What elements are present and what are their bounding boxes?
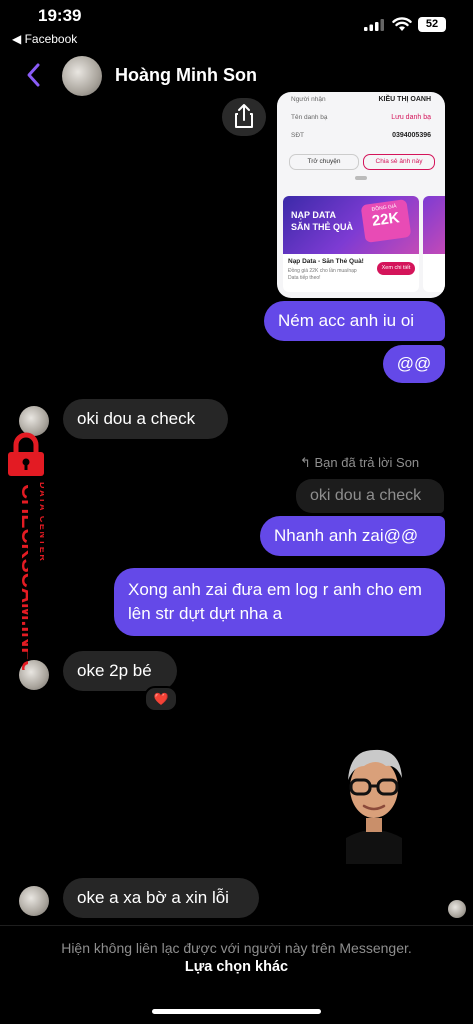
message-outgoing[interactable]: Xong anh zai đưa em log r anh cho em lên… — [114, 568, 445, 636]
checkscam-watermark-logo: CHECKSCAM.INFO — [17, 484, 28, 670]
quoted-message[interactable]: oki dou a check — [296, 479, 444, 513]
home-indicator[interactable] — [152, 1009, 321, 1014]
message-incoming[interactable]: oke 2p bé — [63, 651, 177, 691]
status-time: 19:39 — [38, 6, 82, 25]
message-incoming[interactable]: oki dou a check — [63, 399, 228, 439]
reply-arrow-icon: ↰ — [300, 455, 315, 470]
share-icon — [235, 104, 253, 128]
heart-reaction-icon[interactable]: ❤️ — [144, 686, 178, 712]
message-outgoing[interactable]: Ném acc anh iu oi — [264, 301, 445, 341]
card-row-value: Lưu danh bạ — [391, 114, 431, 121]
replied-note: ↰ Bạn đã trả lời Son — [300, 455, 419, 471]
promo-title-1: NẠP DATA — [291, 210, 336, 220]
replied-note-text: Bạn đã trả lời Son — [314, 455, 420, 470]
share-button[interactable] — [222, 98, 266, 136]
contact-name[interactable]: Hoàng Minh Son — [115, 65, 257, 86]
card-row-label: SĐT — [291, 132, 304, 139]
card-row-label: Người nhận — [291, 96, 326, 103]
card-row-value: KIỀU THỊ OANH — [378, 96, 432, 103]
promo-banner: NẠP DATA SĂN THẺ QUÀ ĐỒNG GIÁ 22K Nạp Da… — [283, 196, 419, 292]
card-back-button: Trở chuyện — [289, 154, 359, 170]
other-options-link[interactable]: Lựa chọn khác — [0, 959, 473, 975]
memoji-sticker[interactable] — [336, 740, 412, 864]
card-handle — [355, 176, 367, 180]
card-row-value: 0394005396 — [392, 132, 431, 139]
card-share-image-button: Chia sẻ ảnh này — [363, 154, 435, 170]
data-center-watermark: DATA CENTER — [38, 482, 44, 562]
svg-text:DATA CENTER: DATA CENTER — [38, 482, 44, 562]
battery-indicator: 52 — [418, 17, 446, 32]
promo-name: Nạp Data - Săn Thẻ Quà! — [288, 258, 364, 265]
back-to-facebook-link[interactable]: ◀ Facebook — [12, 32, 77, 46]
signal-icon — [364, 19, 384, 31]
contact-avatar-small — [19, 886, 49, 916]
promo-badge: ĐỒNG GIÁ 22K — [360, 198, 412, 244]
unavailable-note: Hiện không liên lạc được với người này t… — [61, 940, 412, 956]
message-incoming[interactable]: oke a xa bờ a xin lỗi — [63, 878, 259, 918]
card-row-label: Tên danh bạ — [291, 114, 328, 121]
promo-cta-button: Xem chi tiết — [377, 262, 415, 275]
shared-image-card[interactable]: Người nhận KIỀU THỊ OANH Tên danh bạ Lưu… — [277, 92, 445, 298]
promo-desc: Đồng giá 22K cho lần mua/nạp Data tiếp t… — [288, 268, 357, 281]
seen-avatar — [448, 900, 466, 918]
promo-banner-next — [423, 196, 445, 292]
message-outgoing[interactable]: @@ — [383, 345, 445, 383]
wifi-icon — [392, 17, 412, 31]
message-outgoing[interactable]: Nhanh anh zai@@ — [260, 516, 445, 556]
promo-title-2: SĂN THẺ QUÀ — [291, 222, 354, 232]
lock-watermark-icon — [8, 432, 44, 476]
back-chevron-icon[interactable] — [22, 60, 46, 90]
promo-image: NẠP DATA SĂN THẺ QUÀ ĐỒNG GIÁ 22K — [283, 196, 419, 254]
contact-avatar[interactable] — [62, 56, 102, 96]
svg-text:CHECKSCAM.INFO: CHECKSCAM.INFO — [17, 484, 28, 670]
footer-divider — [0, 925, 473, 926]
